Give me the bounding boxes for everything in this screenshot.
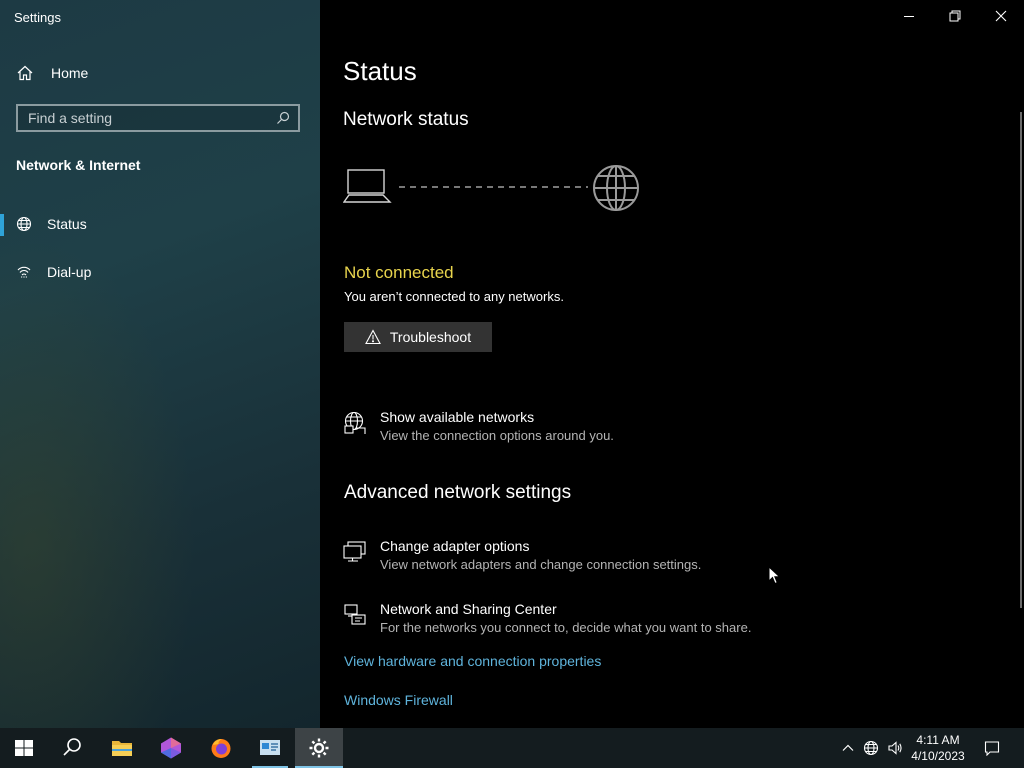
network-sharing-center[interactable]: Network and Sharing Center For the netwo… [343, 601, 783, 641]
taskbar-search-button[interactable] [48, 728, 96, 768]
scrollbar[interactable] [1020, 112, 1022, 608]
home-label: Home [51, 65, 89, 81]
search-input[interactable] [18, 109, 276, 127]
windows-firewall-link[interactable]: Windows Firewall [344, 692, 453, 708]
action-center-button[interactable] [978, 728, 1006, 768]
dialup-icon [17, 266, 31, 278]
option-description: For the networks you connect to, decide … [380, 620, 752, 635]
restore-button[interactable] [932, 0, 978, 32]
show-networks-icon [344, 411, 366, 434]
home-icon [17, 65, 33, 81]
sharing-center-icon [344, 604, 366, 625]
taskbar: 4:11 AM 4/10/2023 [0, 728, 1024, 768]
search-icon [63, 738, 81, 756]
app-button[interactable] [147, 728, 195, 768]
laptop-icon [343, 169, 392, 203]
clock-date: 4/10/2023 [911, 749, 965, 763]
troubleshoot-label: Troubleshoot [389, 329, 472, 345]
close-button[interactable] [978, 0, 1024, 32]
app-title: Settings [14, 10, 61, 25]
option-title: Change adapter options [380, 538, 530, 554]
file-explorer-button[interactable] [98, 728, 146, 768]
option-description: View the connection options around you. [380, 428, 614, 443]
search-box[interactable] [16, 104, 300, 132]
option-description: View network adapters and change connect… [380, 557, 702, 572]
control-panel-icon [260, 740, 280, 755]
firefox-button[interactable] [197, 728, 245, 768]
show-hidden-icons-button[interactable] [838, 728, 858, 768]
sidebar-item-dialup[interactable]: Dial-up [0, 252, 320, 292]
change-adapter-options[interactable]: Change adapter options View network adap… [343, 538, 783, 578]
option-title: Network and Sharing Center [380, 601, 557, 617]
show-available-networks[interactable]: Show available networks View the connect… [343, 409, 783, 449]
selection-indicator [0, 214, 4, 236]
chevron-up-icon [842, 744, 854, 751]
sidebar: Settings Home Network & Internet Status … [0, 0, 320, 728]
troubleshoot-button[interactable]: Troubleshoot [344, 322, 492, 352]
speaker-icon [888, 741, 902, 755]
network-status-heading: Network status [343, 109, 469, 130]
start-icon [15, 740, 33, 756]
globe-network-icon [16, 216, 32, 232]
clock-time: 4:11 AM [916, 733, 960, 747]
file-explorer-icon [112, 741, 132, 756]
network-diagram [343, 165, 639, 211]
network-globe-icon [863, 740, 879, 756]
view-hardware-properties-link[interactable]: View hardware and connection properties [344, 653, 601, 669]
firefox-icon [211, 739, 231, 758]
restore-icon [949, 10, 961, 22]
network-tray-button[interactable] [860, 728, 882, 768]
advanced-settings-heading: Advanced network settings [344, 482, 572, 503]
page-title: Status [343, 56, 417, 86]
minimize-button[interactable] [886, 0, 932, 32]
settings-gear-icon [309, 738, 329, 758]
sidebar-item-label: Dial-up [47, 264, 92, 280]
volume-tray-button[interactable] [884, 728, 906, 768]
app-icon [161, 737, 181, 759]
home-link[interactable]: Home [16, 62, 88, 84]
clock[interactable]: 4:11 AM 4/10/2023 [905, 732, 971, 764]
option-title: Show available networks [380, 409, 535, 425]
connection-description: You aren’t connected to any networks. [344, 289, 564, 304]
start-button[interactable] [0, 728, 48, 768]
notification-icon [984, 741, 1000, 756]
settings-app-button[interactable] [295, 728, 343, 768]
warning-icon [364, 329, 381, 345]
sidebar-item-status[interactable]: Status [0, 204, 320, 244]
globe-icon [593, 165, 639, 211]
mouse-pointer-icon [768, 566, 781, 585]
connection-state: Not connected [344, 263, 454, 282]
section-title: Network & Internet [16, 157, 141, 173]
adapter-icon [343, 541, 366, 562]
close-icon [995, 10, 1007, 22]
sidebar-item-label: Status [47, 216, 87, 232]
control-panel-button[interactable] [246, 728, 294, 768]
search-icon[interactable] [276, 111, 290, 125]
minimize-icon [904, 16, 914, 17]
